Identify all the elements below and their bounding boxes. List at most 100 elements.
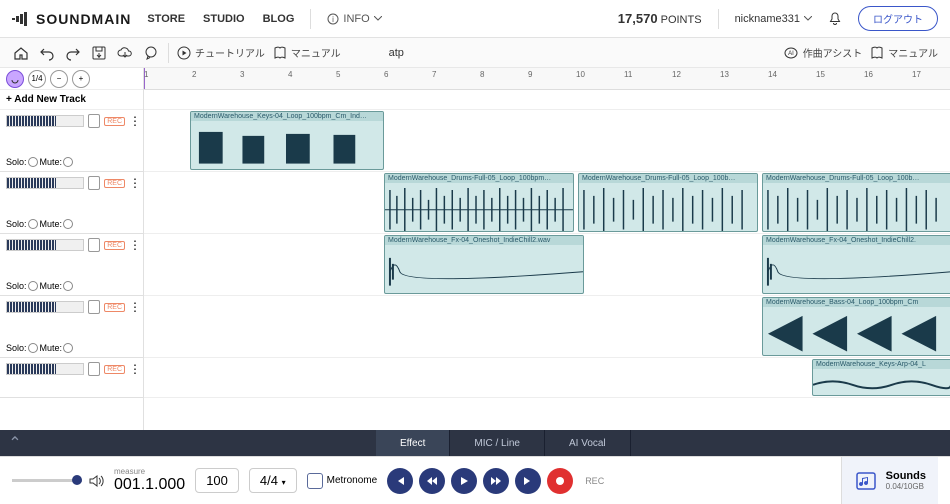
save-icon[interactable] [90, 44, 108, 62]
pan-knob[interactable] [88, 176, 101, 190]
track-header[interactable]: REC ⋮ Solo: Mute: [0, 110, 143, 172]
metronome-icon [307, 473, 323, 489]
volume-meter[interactable] [6, 301, 84, 313]
ruler-mark: 16 [864, 70, 873, 79]
chat-icon[interactable] [142, 44, 160, 62]
nav-blog[interactable]: BLOG [263, 13, 295, 25]
audio-clip[interactable]: ModernWarehouse_Keys-04_Loop_100bpm_Cm_I… [190, 111, 384, 170]
user-menu[interactable]: nickname331 [735, 13, 812, 25]
audio-clip[interactable]: ModernWarehouse_Drums-Full-05_Loop_100bp… [384, 173, 574, 232]
info-dropdown[interactable]: i INFO [327, 13, 381, 25]
logo[interactable]: SOUNDMAIN [12, 11, 131, 27]
track-menu-icon[interactable]: ⋮ [129, 239, 141, 251]
audio-clip[interactable]: ModernWarehouse_Keys-Arp-04_L [812, 359, 950, 396]
solo-button[interactable]: Solo: [6, 157, 38, 167]
transport-bar: measure 001.1.000 100 4/4 ▾ Metronome RE… [0, 456, 950, 504]
volume-meter[interactable] [6, 363, 84, 375]
rec-arm[interactable]: REC [104, 303, 125, 312]
logout-button[interactable]: ログアウト [858, 6, 938, 31]
play-button[interactable] [451, 468, 477, 494]
measure-display: measure 001.1.000 [114, 467, 185, 494]
waveform [191, 124, 383, 170]
volume-meter[interactable] [6, 177, 84, 189]
pan-knob[interactable] [88, 362, 101, 376]
pan-knob[interactable] [88, 300, 101, 314]
rec-arm[interactable]: REC [104, 365, 125, 374]
clip-label: ModernWarehouse_Keys-04_Loop_100bpm_Cm_I… [191, 112, 383, 121]
points-value: 17,570 [618, 11, 658, 26]
solo-button[interactable]: Solo: [6, 343, 38, 353]
chevron-down-icon [374, 16, 382, 21]
ruler-mark: 5 [336, 70, 340, 79]
tracks-canvas[interactable]: ModernWarehouse_Keys-04_Loop_100bpm_Cm_I… [144, 90, 950, 430]
ruler-mark: 14 [768, 70, 777, 79]
track-menu-icon[interactable]: ⋮ [129, 177, 141, 189]
skip-end-button[interactable] [515, 468, 541, 494]
ruler-mark: 10 [576, 70, 585, 79]
ruler-mark: 3 [240, 70, 244, 79]
redo-icon[interactable] [64, 44, 82, 62]
audio-clip[interactable]: ModernWarehouse_Drums-Full-05_Loop_100b… [762, 173, 950, 232]
zoom-in-button[interactable]: + [72, 70, 90, 88]
tab-ai-vocal[interactable]: AI Vocal [545, 430, 631, 456]
rec-arm[interactable]: REC [104, 241, 125, 250]
tutorial-button[interactable]: チュートリアル [177, 45, 265, 60]
audio-clip[interactable]: ModernWarehouse_Bass-04_Loop_100bpm_Cm [762, 297, 950, 356]
home-icon[interactable] [12, 44, 30, 62]
track-header[interactable]: REC ⋮ [0, 358, 143, 398]
ai-assist-button[interactable]: AI 作曲アシスト [783, 45, 863, 60]
quantize-select[interactable]: 1/4 [28, 70, 46, 88]
master-volume[interactable] [12, 473, 104, 489]
track-header[interactable]: REC ⋮ Solo: Mute: [0, 234, 143, 296]
manual2-button[interactable]: マニュアル [870, 45, 938, 60]
pan-knob[interactable] [88, 238, 101, 252]
metronome-toggle[interactable]: Metronome [307, 473, 378, 489]
tab-mic[interactable]: MIC / Line [450, 430, 545, 456]
ruler[interactable]: 1234567891011121314151617 [144, 68, 950, 90]
track-header[interactable]: REC ⋮ Solo: Mute: [0, 172, 143, 234]
nav-store[interactable]: STORE [147, 13, 185, 25]
skip-start-button[interactable] [387, 468, 413, 494]
cloud-icon[interactable] [116, 44, 134, 62]
mute-button[interactable]: Mute: [40, 343, 74, 353]
tab-effect[interactable]: Effect [376, 430, 450, 456]
ai-icon: AI [783, 46, 799, 60]
snap-toggle[interactable] [6, 70, 24, 88]
mute-button[interactable]: Mute: [40, 157, 74, 167]
add-track-button[interactable]: + Add New Track [0, 90, 143, 110]
rec-arm[interactable]: REC [104, 117, 125, 126]
solo-button[interactable]: Solo: [6, 219, 38, 229]
expand-panel-icon[interactable]: ⌃ [0, 433, 30, 453]
forward-button[interactable] [483, 468, 509, 494]
undo-icon[interactable] [38, 44, 56, 62]
song-name[interactable]: atp [389, 47, 404, 59]
manual-button[interactable]: マニュアル [273, 45, 341, 60]
sounds-usage: 0.04/10GB [886, 482, 926, 491]
audio-clip[interactable]: ModernWarehouse_Fx-04_Oneshot_IndieChill… [762, 235, 950, 294]
record-button[interactable] [547, 468, 573, 494]
bell-icon[interactable] [828, 12, 842, 26]
volume-meter[interactable] [6, 115, 84, 127]
rewind-button[interactable] [419, 468, 445, 494]
zoom-out-button[interactable]: − [50, 70, 68, 88]
mute-button[interactable]: Mute: [40, 219, 74, 229]
bpm-input[interactable]: 100 [195, 468, 239, 493]
audio-clip[interactable]: ModernWarehouse_Fx-04_Oneshot_IndieChill… [384, 235, 584, 294]
track-menu-icon[interactable]: ⋮ [129, 363, 141, 375]
ruler-mark: 13 [720, 70, 729, 79]
nav-studio[interactable]: STUDIO [203, 13, 245, 25]
separator [168, 43, 169, 63]
mute-button[interactable]: Mute: [40, 281, 74, 291]
timesig-select[interactable]: 4/4 ▾ [249, 468, 297, 493]
app-header: SOUNDMAIN STORE STUDIO BLOG i INFO 17,57… [0, 0, 950, 38]
music-library-icon [854, 469, 878, 493]
solo-button[interactable]: Solo: [6, 281, 38, 291]
track-menu-icon[interactable]: ⋮ [129, 115, 141, 127]
audio-clip[interactable]: ModernWarehouse_Drums-Full-05_Loop_100b… [578, 173, 758, 232]
track-menu-icon[interactable]: ⋮ [129, 301, 141, 313]
rec-arm[interactable]: REC [104, 179, 125, 188]
pan-knob[interactable] [88, 114, 101, 128]
volume-meter[interactable] [6, 239, 84, 251]
sounds-panel[interactable]: Sounds 0.04/10GB [841, 457, 938, 504]
track-header[interactable]: REC ⋮ Solo: Mute: [0, 296, 143, 358]
